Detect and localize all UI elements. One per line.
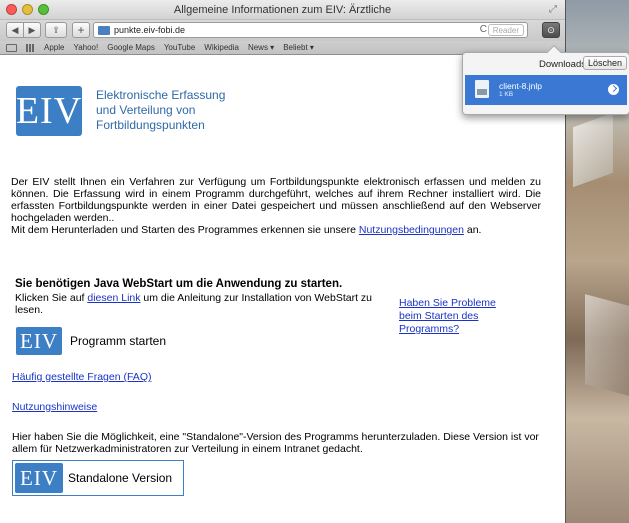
fullscreen-icon[interactable]: ⤢	[549, 4, 557, 15]
window-title: Allgemeine Informationen zum EIV: Ärztli…	[173, 4, 392, 16]
intro-end: an.	[463, 224, 482, 236]
bookmark-yahoo[interactable]: Yahoo!	[73, 43, 98, 52]
downloads-title: Downloads	[539, 59, 586, 70]
address-bar[interactable]: punkte.eiv-fobi.de C Reader	[93, 22, 528, 38]
standalone-version-label: Standalone Version	[68, 471, 173, 485]
standalone-version-button[interactable]: EIV Standalone Version	[12, 460, 184, 496]
download-file-name: client-8.jnlp	[499, 81, 542, 91]
eiv-small-logo: EIV	[16, 327, 62, 355]
usage-hints-link[interactable]: Nutzungshinweise	[12, 401, 97, 413]
mountain-rock	[585, 294, 629, 396]
standalone-description: Hier haben Sie die Möglichkeit, eine "St…	[12, 431, 539, 455]
back-button[interactable]: ◀	[6, 22, 24, 38]
faq-link[interactable]: Häufig gestellte Fragen (FAQ)	[12, 371, 151, 383]
start-program-label: Programm starten	[70, 334, 167, 348]
java-install-link[interactable]: diesen Link	[87, 292, 140, 304]
clear-downloads-button[interactable]: Löschen	[582, 56, 627, 70]
jnlp-file-icon	[475, 80, 489, 98]
site-heading: Elektronische Erfassung und Verteilung v…	[96, 88, 225, 133]
bookmark-apple[interactable]: Apple	[44, 43, 64, 52]
java-instructions: Klicken Sie auf diesen Link um die Anlei…	[15, 292, 375, 316]
bookmarks-book-icon[interactable]	[6, 43, 17, 52]
forward-button[interactable]: ▶	[23, 22, 41, 38]
bookmark-beliebt[interactable]: Beliebt ▾	[283, 43, 314, 52]
intro-text: Der EIV stellt Ihnen ein Verfahren zur V…	[11, 176, 541, 224]
site-heading-line: und Verteilung von	[96, 103, 196, 117]
download-item[interactable]: client-8.jnlp 1 KB	[465, 75, 627, 105]
reveal-in-finder-icon[interactable]	[608, 84, 619, 95]
download-file-size: 1 KB	[499, 91, 514, 98]
bookmark-google-maps[interactable]: Google Maps	[107, 43, 155, 52]
bookmark-news[interactable]: News ▾	[248, 43, 274, 52]
downloads-button[interactable]: ⊙	[542, 22, 560, 38]
eiv-small-logo: EIV	[15, 463, 63, 493]
web-page-content: EIV Elektronische Erfassung und Verteilu…	[0, 56, 565, 523]
intro-text-2: Mit dem Herunterladen und Starten des Pr…	[11, 224, 359, 236]
terms-link[interactable]: Nutzungsbedingungen	[359, 224, 464, 236]
java-text-pre: Klicken Sie auf	[15, 292, 88, 304]
browser-toolbar: ◀ ▶ ⇪ + punkte.eiv-fobi.de C Reader ⊙	[0, 20, 565, 41]
site-heading-line: Fortbildungspunkten	[96, 118, 205, 132]
share-button[interactable]: ⇪	[45, 22, 67, 38]
downloads-popover: Downloads Löschen client-8.jnlp 1 KB	[462, 44, 629, 115]
bookmark-wikipedia[interactable]: Wikipedia	[204, 43, 239, 52]
mountain-snow	[573, 112, 613, 188]
bookmark-youtube[interactable]: YouTube	[164, 43, 195, 52]
start-program-button[interactable]: EIV Programm starten	[12, 326, 182, 356]
problems-link[interactable]: Haben Sie Probleme beim Starten des Prog…	[399, 297, 519, 336]
eiv-logo: EIV	[16, 86, 82, 136]
title-bar: Allgemeine Informationen zum EIV: Ärztli…	[0, 0, 565, 20]
intro-paragraph: Der EIV stellt Ihnen ein Verfahren zur V…	[11, 176, 541, 236]
site-favicon-icon	[98, 25, 110, 35]
top-sites-grid-icon[interactable]	[26, 43, 35, 52]
address-text: punkte.eiv-fobi.de	[114, 25, 186, 35]
java-heading: Sie benötigen Java WebStart um die Anwen…	[15, 278, 343, 290]
site-heading-line: Elektronische Erfassung	[96, 88, 226, 102]
reader-button[interactable]: Reader	[487, 24, 524, 36]
reload-icon[interactable]: C	[480, 24, 487, 35]
add-bookmark-button[interactable]: +	[72, 22, 90, 38]
